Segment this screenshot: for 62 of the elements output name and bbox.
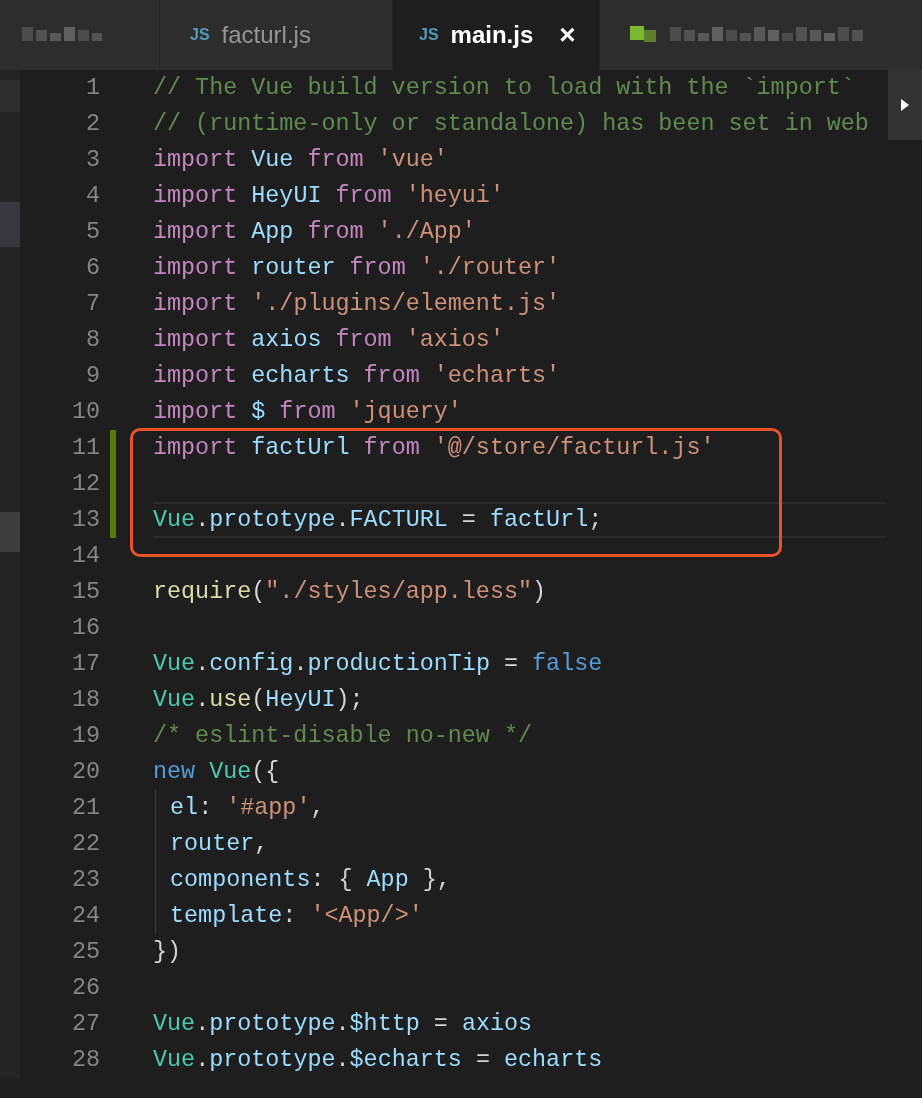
js-file-icon: JS [419,26,439,44]
line-number: 10 [70,399,100,425]
line-number: 11 [70,435,100,461]
line-number: 5 [84,219,100,245]
line-number: 26 [70,975,100,1001]
js-file-icon: JS [190,26,210,44]
line-number: 8 [84,327,100,353]
line-number: 16 [70,615,100,641]
line-number: 4 [84,183,100,209]
close-icon[interactable]: × [559,19,576,51]
code-line: import './plugins/element.js' [153,291,561,317]
line-number: 13 [70,507,100,533]
code-line: Vue.prototype.$http = axios [153,1011,533,1037]
editor-tab[interactable]: JS facturl.js [160,0,393,70]
line-number: 14 [70,543,100,569]
code-line: // The Vue build version to load with the `import` [153,75,855,101]
line-number: 23 [70,867,100,893]
line-number: 19 [70,723,100,749]
code-line: el: '#app', [169,795,325,821]
code-line: /* eslint-disable no-new */ [153,723,532,749]
line-number: 20 [70,759,100,785]
line-number: 18 [70,687,100,713]
code-line: import factUrl from '@/store/facturl.js' [153,435,715,461]
line-number: 25 [70,939,100,965]
code-line: }) [153,939,182,965]
code-line: import echarts from 'echarts' [153,363,561,389]
line-number: 24 [70,903,100,929]
code-line: router, [169,831,269,857]
code-line: Vue.prototype.$echarts = echarts [153,1047,603,1073]
editor-tab[interactable]: JS main.js × [393,0,600,70]
editor-tab[interactable] [600,0,922,70]
code-line: import Vue from 'vue' [153,147,448,173]
code-line: components: { App }, [169,867,451,893]
file-icon [630,26,658,44]
line-number: 1 [84,75,100,101]
line-number: 15 [70,579,100,605]
line-number: 28 [70,1047,100,1073]
code-line: import App from './App' [153,219,476,245]
code-line: Vue.prototype.FACTURL = factUrl; [153,507,603,533]
line-number: 6 [84,255,100,281]
line-number: 21 [70,795,100,821]
code-line: template: '<App/>' [169,903,423,929]
line-number: 17 [70,651,100,677]
line-number: 9 [84,363,100,389]
code-line: new Vue({ [153,759,280,785]
line-number: 12 [70,471,100,497]
code-line: import HeyUI from 'heyui' [153,183,504,209]
code-line: Vue.config.productionTip = false [153,651,603,677]
code-line: import router from './router' [153,255,561,281]
code-line: import axios from 'axios' [153,327,504,353]
code-line: Vue.use(HeyUI); [153,687,364,713]
editor-tab[interactable] [0,0,160,70]
line-number: 27 [70,1011,100,1037]
scroll-tabs-button[interactable] [888,70,922,140]
code-line: require("./styles/app.less") [153,579,547,605]
code-line: import $ from 'jquery' [153,399,462,425]
code-line: // (runtime-only or standalone) has been set in web [153,111,869,137]
line-number: 3 [84,147,100,173]
caret-icon [900,98,910,112]
line-number: 7 [84,291,100,317]
line-number: 22 [70,831,100,857]
line-number: 2 [84,111,100,137]
